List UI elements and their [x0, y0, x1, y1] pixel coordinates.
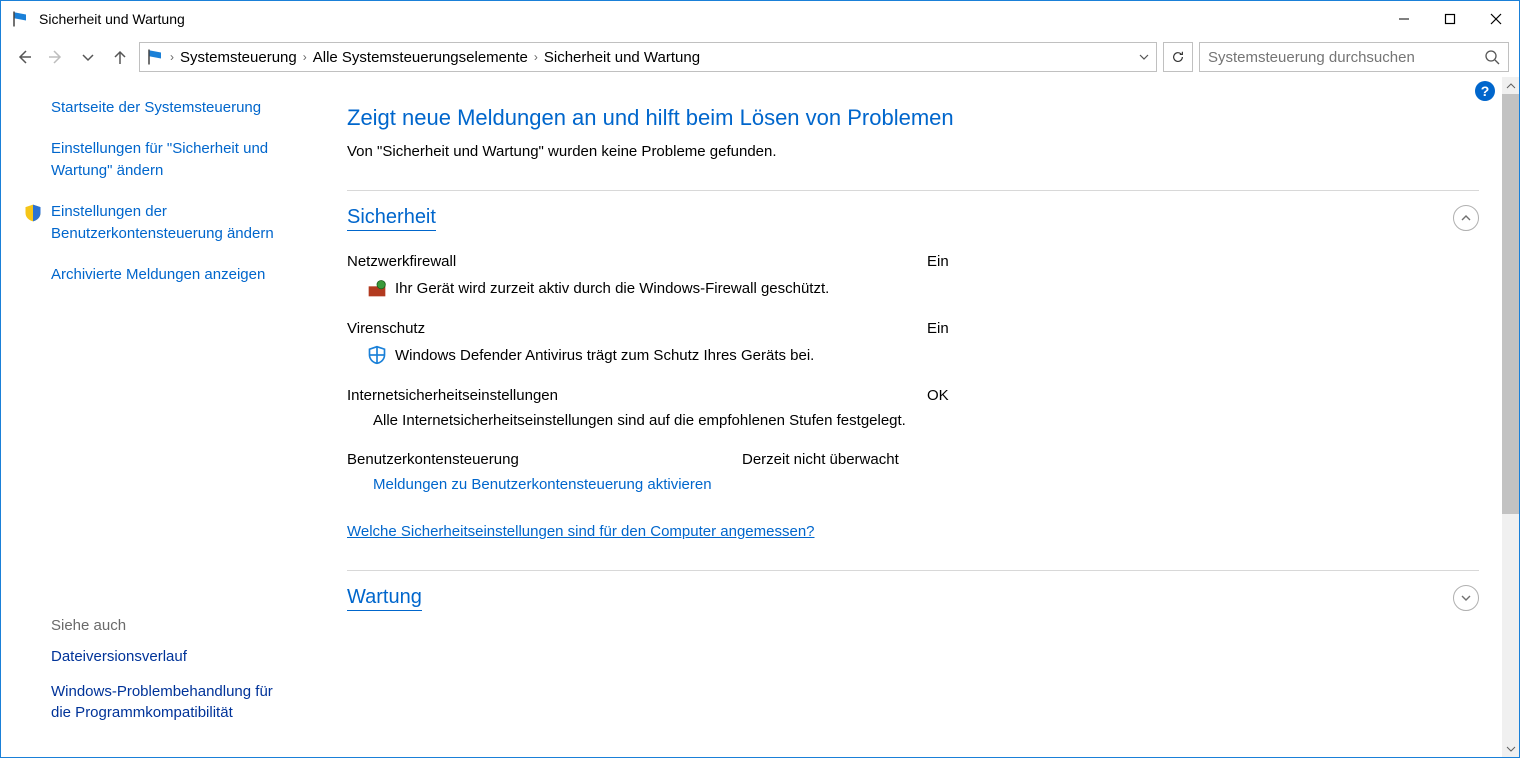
nav-back-button[interactable] [11, 44, 37, 70]
see-also-heading: Siehe auch [51, 617, 287, 634]
window-title: Sicherheit und Wartung [39, 11, 1381, 27]
breadcrumb-item[interactable]: Alle Systemsteuerungselemente [313, 49, 528, 66]
maintenance-section-title[interactable]: Wartung [347, 586, 422, 611]
search-box[interactable] [1199, 42, 1509, 72]
expand-maintenance-button[interactable] [1453, 585, 1479, 611]
sidebar: Startseite der Systemsteuerung Einstellu… [1, 77, 307, 757]
defender-shield-icon [367, 345, 387, 365]
navbar: › Systemsteuerung › Alle Systemsteuerung… [1, 37, 1519, 77]
sidebar-link-uac[interactable]: Einstellungen der Benutzerkontensteuerun… [23, 201, 287, 246]
page-subtext: Von "Sicherheit und Wartung" wurden kein… [347, 143, 1479, 160]
scroll-track[interactable] [1502, 514, 1519, 740]
antivirus-status: Ein [927, 320, 949, 337]
security-section: Sicherheit Netzwerkfirewall Ein Ihr Gerä… [347, 190, 1479, 570]
nav-forward-button[interactable] [43, 44, 69, 70]
maximize-button[interactable] [1427, 1, 1473, 37]
shield-icon [23, 203, 43, 223]
content-area: ? Zeigt neue Meldungen an und hilft beim… [307, 77, 1519, 757]
firewall-icon [367, 278, 387, 298]
help-button[interactable]: ? [1475, 81, 1495, 101]
firewall-label: Netzwerkfirewall [347, 253, 927, 270]
firewall-detail: Ihr Gerät wird zurzeit aktiv durch die W… [395, 280, 829, 297]
vertical-scrollbar[interactable] [1502, 77, 1519, 757]
security-section-title[interactable]: Sicherheit [347, 206, 436, 231]
nav-recent-button[interactable] [75, 44, 101, 70]
breadcrumb-item[interactable]: Sicherheit und Wartung [544, 49, 700, 66]
firewall-item: Netzwerkfirewall Ein Ihr Gerät wird zurz… [347, 253, 1479, 298]
collapse-security-button[interactable] [1453, 205, 1479, 231]
uac-status: Derzeit nicht überwacht [742, 451, 899, 468]
see-also-link-troubleshoot[interactable]: Windows-Problembehandlung für die Progra… [51, 681, 287, 723]
sidebar-link-archived[interactable]: Archivierte Meldungen anzeigen [23, 264, 287, 287]
chevron-right-icon[interactable]: › [303, 50, 307, 64]
chevron-up-icon [1460, 212, 1472, 224]
antivirus-item: Virenschutz Ein Windows Defender Antivir… [347, 320, 1479, 365]
addressbar[interactable]: › Systemsteuerung › Alle Systemsteuerung… [139, 42, 1157, 72]
internet-security-item: Internetsicherheitseinstellungen OK Alle… [347, 387, 1479, 429]
search-icon[interactable] [1484, 49, 1500, 65]
scroll-down-button[interactable] [1502, 740, 1519, 757]
scroll-thumb[interactable] [1502, 94, 1519, 514]
chevron-right-icon[interactable]: › [534, 50, 538, 64]
security-help-link[interactable]: Welche Sicherheitseinstellungen sind für… [347, 523, 815, 540]
firewall-status: Ein [927, 253, 949, 270]
sidebar-link-change-settings[interactable]: Einstellungen für "Sicherheit und Wartun… [23, 138, 287, 183]
minimize-button[interactable] [1381, 1, 1427, 37]
uac-item: Benutzerkontensteuerung Derzeit nicht üb… [347, 451, 1479, 493]
sidebar-home-link[interactable]: Startseite der Systemsteuerung [23, 97, 287, 120]
inet-detail: Alle Internetsicherheitseinstellungen si… [373, 412, 906, 429]
antivirus-label: Virenschutz [347, 320, 927, 337]
search-input[interactable] [1208, 49, 1484, 66]
titlebar: Sicherheit und Wartung [1, 1, 1519, 37]
antivirus-detail: Windows Defender Antivirus trägt zum Sch… [395, 347, 814, 364]
chevron-down-icon[interactable] [1138, 51, 1150, 63]
close-button[interactable] [1473, 1, 1519, 37]
uac-enable-link[interactable]: Meldungen zu Benutzerkontensteuerung akt… [347, 476, 1479, 493]
see-also-link-filehistory[interactable]: Dateiversionsverlauf [51, 646, 287, 667]
refresh-button[interactable] [1163, 42, 1193, 72]
inet-label: Internetsicherheitseinstellungen [347, 387, 927, 404]
chevron-right-icon[interactable]: › [170, 50, 174, 64]
maintenance-section: Wartung [347, 570, 1479, 643]
uac-label: Benutzerkontensteuerung [347, 451, 742, 468]
flag-icon [146, 48, 164, 66]
chevron-down-icon [1460, 592, 1472, 604]
flag-icon [11, 10, 29, 28]
breadcrumb-item[interactable]: Systemsteuerung [180, 49, 297, 66]
scroll-up-button[interactable] [1502, 77, 1519, 94]
page-heading: Zeigt neue Meldungen an und hilft beim L… [347, 105, 1479, 131]
nav-up-button[interactable] [107, 44, 133, 70]
inet-status: OK [927, 387, 949, 404]
